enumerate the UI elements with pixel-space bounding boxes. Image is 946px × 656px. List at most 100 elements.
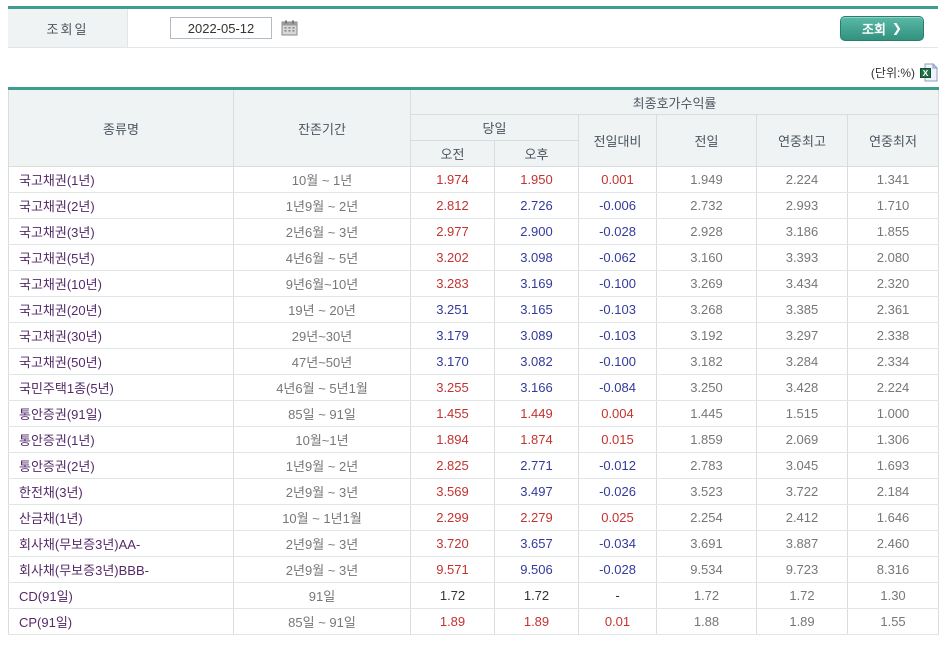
year-high-cell: 1.515 (756, 400, 848, 427)
am-yield-cell: 1.974 (410, 166, 495, 193)
bond-name-cell: 한전채(3년) (8, 478, 234, 505)
term-cell: 1년9월 ~ 2년 (233, 192, 411, 219)
header-term: 잔존기간 (233, 88, 411, 167)
diff-cell: -0.006 (578, 192, 657, 219)
pm-yield-cell: 1.72 (494, 582, 579, 609)
year-low-cell: 1.855 (846, 218, 940, 245)
year-low-cell: 8.316 (846, 556, 940, 583)
diff-cell: -0.012 (578, 452, 657, 479)
prev-cell: 1.949 (656, 166, 757, 193)
pm-yield-cell: 2.771 (494, 452, 579, 479)
search-bar: 조회일 조회 ❯ (8, 6, 938, 48)
excel-export-icon[interactable]: X (920, 62, 939, 82)
term-cell: 2년9월 ~ 3년 (233, 530, 411, 557)
pm-yield-cell: 3.082 (494, 348, 579, 375)
am-yield-cell: 3.283 (410, 270, 495, 297)
query-date-label: 조회일 (46, 21, 89, 37)
diff-cell: -0.028 (578, 218, 657, 245)
table-row: 회사채(무보증3년)BBB- 2년9월 ~ 3년 9.571 9.506 -0.028 9… (8, 556, 940, 583)
year-low-cell: 2.320 (846, 270, 940, 297)
pm-yield-cell: 3.166 (494, 374, 579, 401)
table-row: CD(91일) 91일 1.72 1.72-1.72 1.72 1.30 (8, 582, 940, 609)
pm-yield-cell: 1.874 (494, 426, 579, 453)
diff-cell: -0.062 (578, 244, 657, 271)
table-row: 산금채(1년) 10월 ~ 1년1월 2.299 2.279 0.025 2.254 2.4… (8, 504, 940, 531)
year-low-cell: 1.55 (846, 608, 940, 635)
term-cell: 2년6월 ~ 3년 (233, 218, 411, 245)
year-low-cell: 2.334 (846, 348, 940, 375)
table-row: 국고채권(20년) 19년 ~ 20년 3.251 3.165 -0.103 3.268 3… (8, 296, 940, 323)
term-cell: 91일 (233, 582, 411, 609)
diff-cell: -0.100 (578, 348, 657, 375)
diff-cell: -0.100 (578, 270, 657, 297)
calendar-icon[interactable] (281, 20, 298, 36)
prev-cell: 1.445 (656, 400, 757, 427)
page: 조회일 조회 ❯ ( (0, 0, 946, 635)
unit-label: (단위:%) (870, 65, 915, 80)
bond-name-cell: 회사채(무보증3년)AA- (8, 530, 234, 557)
prev-cell: 1.72 (656, 582, 757, 609)
diff-cell: -0.103 (578, 322, 657, 349)
bond-name-cell: 통안증권(2년) (8, 452, 234, 479)
year-low-cell: 2.460 (846, 530, 940, 557)
am-yield-cell: 3.202 (410, 244, 495, 271)
prev-cell: 1.859 (656, 426, 757, 453)
table-row: 국민주택1종(5년) 4년6월 ~ 5년1월 3.255 3.166 -0.084 3.2… (8, 374, 940, 401)
pm-yield-cell: 1.449 (494, 400, 579, 427)
term-cell: 10월 ~ 1년 (233, 166, 411, 193)
term-cell: 85일 ~ 91일 (233, 608, 411, 635)
year-high-cell: 3.393 (756, 244, 848, 271)
am-yield-cell: 3.720 (410, 530, 495, 557)
term-cell: 29년~30년 (233, 322, 411, 349)
table-row: 국고채권(5년) 4년6월 ~ 5년 3.202 3.098 -0.062 3.160 3.… (8, 244, 940, 271)
bond-name-cell: CP(91일) (8, 608, 234, 635)
table-row: 한전채(3년) 2년9월 ~ 3년 3.569 3.497 -0.026 3.523 3.7… (8, 478, 940, 505)
prev-cell: 2.732 (656, 192, 757, 219)
am-yield-cell: 1.455 (410, 400, 495, 427)
table-row: 통안증권(1년) 10월~1년 1.894 1.874 0.015 1.859 2.069 1… (8, 426, 940, 453)
pm-yield-cell: 2.726 (494, 192, 579, 219)
diff-cell: 0.001 (578, 166, 657, 193)
term-cell: 19년 ~ 20년 (233, 296, 411, 323)
pm-yield-cell: 3.165 (494, 296, 579, 323)
query-date-label-cell: 조회일 (8, 9, 128, 47)
bond-name-cell: CD(91일) (8, 582, 234, 609)
prev-cell: 2.254 (656, 504, 757, 531)
pm-yield-cell: 2.279 (494, 504, 579, 531)
table-row: CP(91일) 85일 ~ 91일 1.89 1.89 0.01 1.88 1.89 1.55 (8, 608, 940, 635)
prev-cell: 3.160 (656, 244, 757, 271)
am-yield-cell: 3.170 (410, 348, 495, 375)
bond-name-cell: 국고채권(10년) (8, 270, 234, 297)
term-cell: 2년9월 ~ 3년 (233, 478, 411, 505)
am-yield-cell: 3.569 (410, 478, 495, 505)
diff-cell: -0.026 (578, 478, 657, 505)
header-bond-name: 종류명 (8, 88, 234, 167)
bond-name-cell: 통안증권(91일) (8, 400, 234, 427)
bond-name-cell: 국고채권(3년) (8, 218, 234, 245)
year-high-cell: 3.722 (756, 478, 848, 505)
header-pm: 오후 (494, 140, 579, 167)
bond-name-cell: 국고채권(50년) (8, 348, 234, 375)
pm-yield-cell: 3.169 (494, 270, 579, 297)
pm-yield-cell: 2.900 (494, 218, 579, 245)
search-button[interactable]: 조회 ❯ (840, 15, 924, 41)
prev-cell: 3.268 (656, 296, 757, 323)
diff-cell: -0.034 (578, 530, 657, 557)
year-low-cell: 1.693 (846, 452, 940, 479)
year-low-cell: 1.341 (846, 166, 940, 193)
prev-cell: 2.783 (656, 452, 757, 479)
prev-cell: 2.928 (656, 218, 757, 245)
term-cell: 4년6월 ~ 5년1월 (233, 374, 411, 401)
pm-yield-cell: 1.950 (494, 166, 579, 193)
bond-name-cell: 국민주택1종(5년) (8, 374, 234, 401)
term-cell: 1년9월 ~ 2년 (233, 452, 411, 479)
prev-cell: 3.523 (656, 478, 757, 505)
bond-name-cell: 국고채권(20년) (8, 296, 234, 323)
date-input[interactable] (170, 17, 272, 39)
bond-yield-table: 종류명 잔존기간 최종호가수익률 당일 전일대비 전일 연중최고 연중최저 오전… (8, 87, 940, 635)
table-row: 국고채권(10년) 9년6월~10년 3.283 3.169 -0.100 3.269 3.… (8, 270, 940, 297)
prev-cell: 3.250 (656, 374, 757, 401)
year-low-cell: 1.306 (846, 426, 940, 453)
am-yield-cell: 1.72 (410, 582, 495, 609)
am-yield-cell: 1.894 (410, 426, 495, 453)
